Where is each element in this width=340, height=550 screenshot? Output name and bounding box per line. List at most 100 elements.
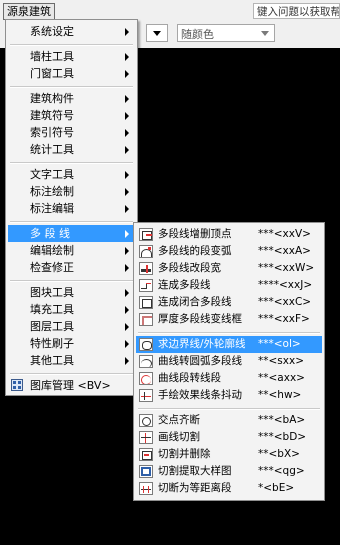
submenu-item-label: 交点齐断 bbox=[158, 414, 200, 426]
submenu-item-curve-to-arc[interactable]: 曲线转圆弧多段线 **<sxx> bbox=[136, 353, 322, 370]
menu-item-wall-column-tools[interactable]: 墙柱工具 bbox=[8, 48, 135, 65]
layer-combo-dropdown-button[interactable] bbox=[146, 24, 168, 42]
submenu-item-label: 画线切割 bbox=[158, 431, 200, 443]
polyline-submenu: 多段线增删顶点 ***<xxV> 多段线的段变弧 ***<xxA> 多段线改段宽… bbox=[133, 222, 325, 501]
menu-item-door-window-tools[interactable]: 门窗工具 bbox=[8, 65, 135, 82]
segment-width-icon bbox=[139, 262, 153, 275]
submenu-item-shortcut: **<hw> bbox=[258, 389, 302, 401]
submenu-item-shortcut: ***<xxA> bbox=[258, 245, 311, 257]
line-cut-icon bbox=[139, 431, 153, 444]
submenu-item-curve-to-line[interactable]: 曲线段转线段 **<axx> bbox=[136, 370, 322, 387]
boundary-outline-icon bbox=[139, 338, 153, 351]
submenu-item-shortcut: ***<xxW> bbox=[258, 262, 315, 274]
menu-item-property-brush[interactable]: 特性刷子 bbox=[8, 335, 135, 352]
thickness-frame-icon bbox=[139, 313, 153, 326]
menu-item-label: 索引符号 bbox=[30, 126, 74, 139]
color-combo-value: 随颜色 bbox=[181, 28, 214, 41]
submenu-item-label: 切割提取大样图 bbox=[158, 465, 232, 477]
menu-item-building-symbols[interactable]: 建筑符号 bbox=[8, 107, 135, 124]
library-icon bbox=[11, 379, 23, 391]
submenu-item-cut-extract-detail[interactable]: 切割提取大样图 ***<qg> bbox=[136, 463, 322, 480]
menu-item-system-settings[interactable]: 系统设定 bbox=[8, 23, 135, 40]
chevron-down-icon bbox=[153, 31, 161, 36]
menu-item-label: 检查修正 bbox=[30, 261, 74, 274]
menu-item-label: 标注编辑 bbox=[30, 202, 74, 215]
curve-to-arc-icon bbox=[139, 355, 153, 368]
menu-item-label: 特性刷子 bbox=[30, 337, 74, 350]
menu-divider bbox=[10, 221, 133, 223]
submenu-item-line-cut[interactable]: 画线切割 ***<bD> bbox=[136, 429, 322, 446]
submenu-arrow-icon bbox=[125, 247, 129, 255]
menu-item-label: 编辑绘制 bbox=[30, 244, 74, 257]
submenu-item-shortcut: ***<xxV> bbox=[258, 228, 311, 240]
menu-item-label: 图块工具 bbox=[30, 286, 74, 299]
menu-item-label: 标注绘制 bbox=[30, 185, 74, 198]
add-remove-vertex-icon bbox=[139, 228, 153, 241]
submenu-item-label: 求边界线/外轮廓线 bbox=[158, 338, 246, 350]
submenu-item-label: 曲线转圆弧多段线 bbox=[158, 355, 242, 367]
submenu-arrow-icon bbox=[125, 340, 129, 348]
submenu-item-shortcut: ***<ol> bbox=[258, 338, 301, 350]
submenu-arrow-icon bbox=[125, 289, 129, 297]
submenu-item-segment-width[interactable]: 多段线改段宽 ***<xxW> bbox=[136, 260, 322, 277]
menu-item-check-fix[interactable]: 检查修正 bbox=[8, 259, 135, 276]
menu-item-label: 填充工具 bbox=[30, 303, 74, 316]
submenu-item-boundary-outline[interactable]: 求边界线/外轮廓线 ***<ol> bbox=[136, 336, 322, 353]
menu-item-other-tools[interactable]: 其他工具 bbox=[8, 352, 135, 369]
menu-item-block-tools[interactable]: 图块工具 bbox=[8, 284, 135, 301]
menu-item-hatch-tools[interactable]: 填充工具 bbox=[8, 301, 135, 318]
submenu-item-add-remove-vertex[interactable]: 多段线增删顶点 ***<xxV> bbox=[136, 226, 322, 243]
submenu-item-shortcut: **<sxx> bbox=[258, 355, 304, 367]
menu-item-text-tools[interactable]: 文字工具 bbox=[8, 166, 135, 183]
submenu-arrow-icon bbox=[125, 28, 129, 36]
menu-item-index-symbols[interactable]: 索引符号 bbox=[8, 124, 135, 141]
menu-divider bbox=[10, 162, 133, 164]
submenu-item-label: 连成多段线 bbox=[158, 279, 211, 291]
submenu-item-segment-to-arc[interactable]: 多段线的段变弧 ***<xxA> bbox=[136, 243, 322, 260]
close-polyline-icon bbox=[139, 296, 153, 309]
menu-item-library-manager[interactable]: 图库管理 <BV> bbox=[8, 377, 135, 394]
submenu-item-shortcut: ***<bA> bbox=[258, 414, 306, 426]
hand-draw-jitter-icon bbox=[139, 389, 153, 402]
menu-divider bbox=[10, 280, 133, 282]
menu-item-layer-tools[interactable]: 图层工具 bbox=[8, 318, 135, 335]
submenu-item-hand-draw-jitter[interactable]: 手绘效果线条抖动 **<hw> bbox=[136, 387, 322, 404]
submenu-item-label: 切断为等距离段 bbox=[158, 482, 232, 494]
menu-item-polyline[interactable]: 多 段 线 bbox=[8, 225, 135, 242]
submenu-arrow-icon bbox=[125, 146, 129, 154]
submenu-arrow-icon bbox=[125, 129, 129, 137]
join-polyline-icon bbox=[139, 279, 153, 292]
menu-item-label: 墙柱工具 bbox=[30, 50, 74, 63]
submenu-divider bbox=[138, 408, 320, 410]
help-search-input[interactable]: 键入问题以获取帮助 bbox=[253, 3, 340, 19]
submenu-item-label: 多段线的段变弧 bbox=[158, 245, 232, 257]
menu-item-building-components[interactable]: 建筑构件 bbox=[8, 90, 135, 107]
menu-item-statistics-tools[interactable]: 统计工具 bbox=[8, 141, 135, 158]
menu-item-dimension-edit[interactable]: 标注编辑 bbox=[8, 200, 135, 217]
submenu-arrow-icon bbox=[125, 53, 129, 61]
submenu-arrow-icon bbox=[125, 95, 129, 103]
menu-item-label: 其他工具 bbox=[30, 354, 74, 367]
submenu-item-thickness-frame[interactable]: 厚度多段线变线框 ***<xxF> bbox=[136, 311, 322, 328]
submenu-arrow-icon bbox=[125, 306, 129, 314]
menu-divider bbox=[10, 86, 133, 88]
submenu-item-join-polyline[interactable]: 连成多段线 ****<xxJ> bbox=[136, 277, 322, 294]
submenu-divider bbox=[138, 332, 320, 334]
submenu-item-equal-divide[interactable]: 切断为等距离段 *<bE> bbox=[136, 480, 322, 497]
menu-item-label: 建筑符号 bbox=[30, 109, 74, 122]
submenu-item-close-polyline[interactable]: 连成闭合多段线 ***<xxC> bbox=[136, 294, 322, 311]
submenu-item-break-at-intersection[interactable]: 交点齐断 ***<bA> bbox=[136, 412, 322, 429]
color-combo[interactable]: 随颜色 bbox=[177, 24, 275, 42]
submenu-item-label: 曲线段转线段 bbox=[158, 372, 221, 384]
submenu-item-cut-delete[interactable]: 切割并删除 **<bX> bbox=[136, 446, 322, 463]
submenu-item-shortcut: ***<xxF> bbox=[258, 313, 310, 325]
cut-delete-icon bbox=[139, 448, 153, 461]
equal-divide-icon bbox=[139, 482, 153, 495]
menu-item-label: 图库管理 <BV> bbox=[30, 379, 111, 392]
submenu-item-label: 厚度多段线变线框 bbox=[158, 313, 242, 325]
menu-item-edit-draw[interactable]: 编辑绘制 bbox=[8, 242, 135, 259]
cut-extract-detail-icon bbox=[139, 465, 153, 478]
menu-title-yuanquan[interactable]: 源泉建筑 bbox=[3, 3, 55, 20]
menu-item-dimension-draw[interactable]: 标注绘制 bbox=[8, 183, 135, 200]
menu-item-label: 多 段 线 bbox=[30, 227, 70, 240]
